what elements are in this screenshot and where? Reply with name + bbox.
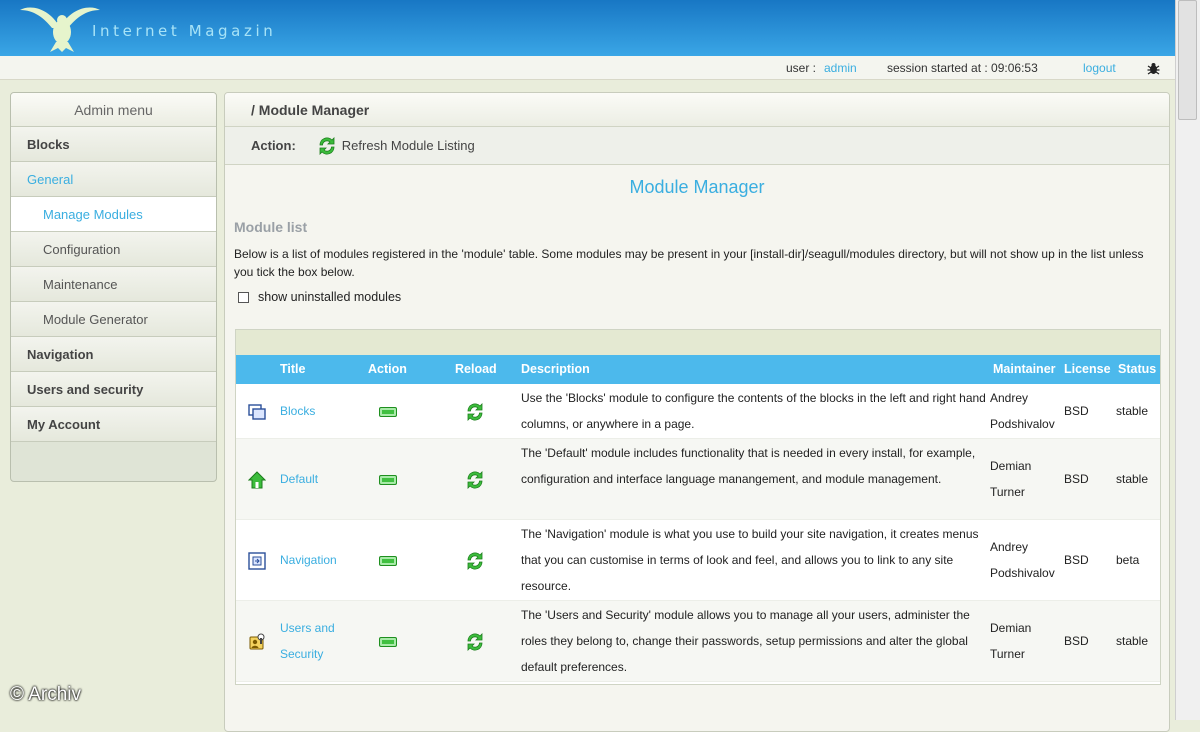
module-list-heading: Module list: [234, 219, 308, 235]
table-header: Title Action Reload Description Maintain…: [236, 355, 1160, 384]
col-maintainer: Maintainer: [993, 362, 1056, 376]
module-title-link[interactable]: Users and Security: [280, 615, 355, 667]
module-maintainer: Demian Turner: [990, 459, 1032, 499]
copyright-watermark: © Archiv: [10, 684, 82, 705]
reload-icon[interactable]: [464, 469, 486, 491]
user-bar: user : admin session started at : 09:06:…: [0, 56, 1175, 80]
module-license: BSD: [1064, 404, 1089, 418]
intro-text: Below is a list of modules registered in…: [234, 247, 1144, 279]
module-action-button[interactable]: [379, 556, 397, 566]
col-reload: Reload: [455, 362, 497, 376]
module-title-link[interactable]: Blocks: [280, 404, 315, 418]
admin-menu: Admin menu Blocks General Manage Modules…: [10, 92, 217, 482]
sidebar-item-blocks[interactable]: Blocks: [11, 127, 216, 162]
page-title: Module Manager: [629, 177, 765, 197]
module-description: The 'Default' module includes functional…: [521, 446, 976, 486]
session-info: session started at : 09:06:53: [887, 61, 1038, 75]
show-uninstalled-label: show uninstalled modules: [258, 290, 402, 304]
module-license: BSD: [1064, 553, 1089, 567]
module-action-button[interactable]: [379, 407, 397, 417]
action-bar: Action: Refresh Module Listing: [225, 127, 1169, 165]
logout-link[interactable]: logout: [1083, 61, 1116, 75]
module-license: BSD: [1064, 634, 1089, 648]
user-label: user :: [786, 61, 817, 75]
users-icon: [249, 633, 265, 650]
site-header: Internet Magazin: [0, 0, 1175, 56]
reload-icon[interactable]: [464, 631, 486, 653]
module-description: The 'Users and Security' module allows y…: [521, 608, 970, 674]
col-action: Action: [368, 362, 407, 376]
main-panel: / Module Manager Action: Refresh Module …: [224, 92, 1170, 732]
col-title: Title: [280, 362, 306, 376]
module-action-button[interactable]: [379, 637, 397, 647]
module-maintainer: Andrey Podshivalov: [990, 540, 1055, 580]
sidebar-item-general[interactable]: General: [11, 162, 216, 197]
module-status: stable: [1116, 634, 1149, 648]
module-status: stable: [1116, 404, 1149, 418]
refresh-icon: [319, 136, 335, 155]
show-uninstalled-toggle[interactable]: show uninstalled modules: [238, 290, 401, 304]
table-top-band: [236, 330, 1160, 355]
sidebar-item-module-generator[interactable]: Module Generator: [11, 302, 216, 337]
module-status: stable: [1116, 472, 1149, 486]
table-row: Blocks Use the 'Blocks' module to config…: [236, 384, 1160, 439]
refresh-label: Refresh Module Listing: [341, 138, 475, 153]
table-row: Users and Security The 'Users and Securi…: [236, 601, 1160, 682]
module-description: The 'Navigation' module is what you use …: [521, 527, 979, 593]
show-uninstalled-checkbox[interactable]: [238, 291, 249, 303]
sidebar-item-configuration[interactable]: Configuration: [11, 232, 216, 267]
sidebar-item-manage-modules[interactable]: Manage Modules: [11, 197, 216, 232]
table-row: Default The 'Default' module includes fu…: [236, 439, 1160, 520]
module-table: Title Action Reload Description Maintain…: [235, 329, 1161, 685]
col-status: Status: [1118, 362, 1157, 376]
refresh-module-listing-button[interactable]: Refresh Module Listing: [316, 135, 475, 157]
sidebar-item-maintenance[interactable]: Maintenance: [11, 267, 216, 302]
reload-icon[interactable]: [464, 401, 486, 423]
admin-menu-title: Admin menu: [11, 93, 216, 127]
breadcrumb: / Module Manager: [225, 93, 1169, 127]
action-label: Action:: [251, 138, 296, 153]
bird-logo-icon: [20, 7, 100, 52]
blocks-icon: [248, 404, 266, 420]
navigation-icon: [248, 552, 266, 570]
module-maintainer: Andrey Podshivalov: [990, 391, 1055, 431]
user-name-link[interactable]: admin: [824, 61, 857, 75]
col-description: Description: [521, 362, 590, 376]
reload-icon[interactable]: [464, 550, 486, 572]
module-title-link[interactable]: Navigation: [280, 553, 337, 567]
module-action-button[interactable]: [379, 475, 397, 485]
module-title-link[interactable]: Default: [280, 472, 318, 486]
table-row: Navigation The 'Navigation' module is wh…: [236, 520, 1160, 601]
bug-icon[interactable]: [1147, 62, 1160, 75]
module-license: BSD: [1064, 472, 1089, 486]
sidebar-item-navigation[interactable]: Navigation: [11, 337, 216, 372]
sidebar-item-users-and-security[interactable]: Users and security: [11, 372, 216, 407]
col-license: License: [1064, 362, 1111, 376]
module-maintainer: Demian Turner: [990, 621, 1032, 661]
page: Internet Magazin user : admin session st…: [0, 0, 1200, 732]
sidebar-item-my-account[interactable]: My Account: [11, 407, 216, 442]
module-description: Use the 'Blocks' module to configure the…: [521, 391, 986, 431]
home-icon: [248, 471, 266, 489]
site-name: Internet Magazin: [92, 22, 277, 40]
scrollbar-thumb[interactable]: [1178, 0, 1197, 120]
module-status: beta: [1116, 553, 1140, 567]
